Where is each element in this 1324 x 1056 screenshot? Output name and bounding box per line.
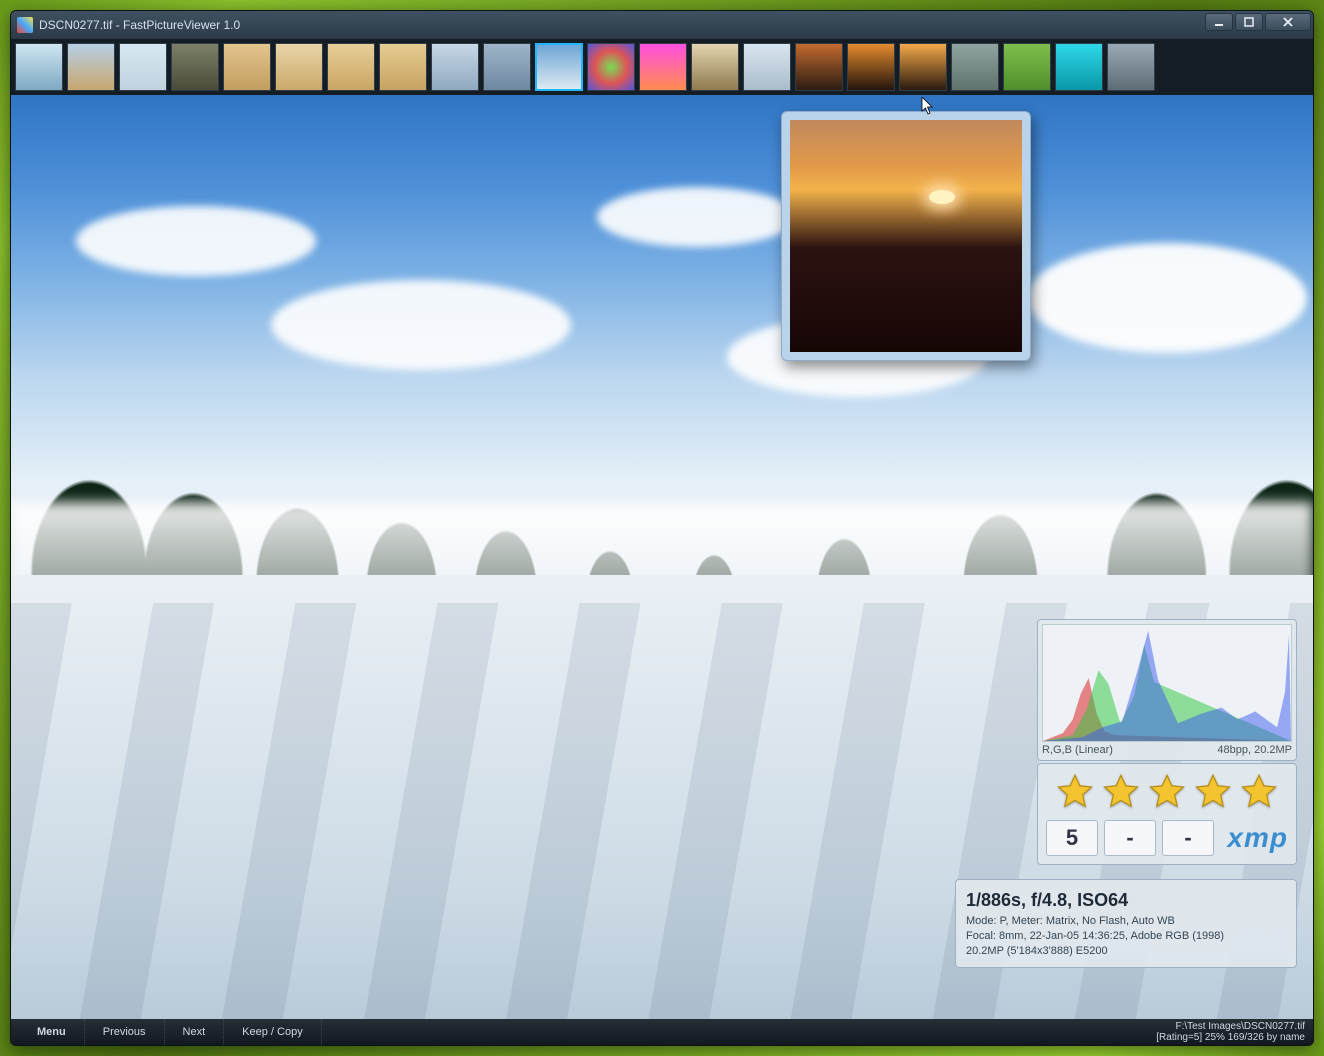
menu-button[interactable]: Menu (19, 1019, 85, 1045)
exif-line-1: Mode: P, Meter: Matrix, No Flash, Auto W… (966, 914, 1286, 929)
window-title: DSCN0277.tif - FastPictureViewer 1.0 (39, 18, 240, 32)
thumbnail[interactable] (639, 43, 687, 91)
minimize-icon (1214, 17, 1224, 27)
star-icon[interactable] (1239, 772, 1279, 812)
thumbnail[interactable] (327, 43, 375, 91)
status-path: F:\Test Images\DSCN0277.tif (1156, 1021, 1305, 1032)
thumbnail[interactable] (691, 43, 739, 91)
thumbnail-strip[interactable] (11, 39, 1313, 95)
window-controls (1205, 13, 1311, 31)
thumbnail[interactable] (171, 43, 219, 91)
histogram-panel[interactable]: R,G,B (Linear) 48bpp, 20.2MP (1037, 619, 1297, 761)
thumbnail[interactable] (535, 43, 583, 91)
exif-line-3: 20.2MP (5'184x3'888) E5200 (966, 944, 1286, 959)
preview-image (790, 120, 1022, 352)
histogram-mode-label: R,G,B (Linear) (1042, 744, 1113, 756)
thumbnail-preview-popup (781, 111, 1031, 361)
star-icon[interactable] (1193, 772, 1233, 812)
maximize-button[interactable] (1235, 13, 1263, 31)
minimize-button[interactable] (1205, 13, 1233, 31)
thumbnail[interactable] (15, 43, 63, 91)
thumbnail[interactable] (379, 43, 427, 91)
star-row (1046, 772, 1288, 812)
star-icon[interactable] (1101, 772, 1141, 812)
thumbnail[interactable] (587, 43, 635, 91)
thumbnail[interactable] (847, 43, 895, 91)
thumbnail[interactable] (275, 43, 323, 91)
thumbnail[interactable] (1055, 43, 1103, 91)
exif-line-2: Focal: 8mm, 22-Jan-05 14:36:25, Adobe RG… (966, 929, 1286, 944)
titlebar[interactable]: DSCN0277.tif - FastPictureViewer 1.0 (11, 11, 1313, 39)
star-icon[interactable] (1055, 772, 1095, 812)
app-icon (17, 17, 33, 33)
thumbnail[interactable] (67, 43, 115, 91)
thumbnail[interactable] (483, 43, 531, 91)
exif-panel[interactable]: 1/886s, f/4.8, ISO64 Mode: P, Meter: Mat… (955, 879, 1297, 968)
app-window: DSCN0277.tif - FastPictureViewer 1.0 (10, 10, 1314, 1046)
maximize-icon (1244, 17, 1254, 27)
close-icon (1283, 17, 1293, 27)
rating-value-box[interactable]: 5 (1046, 820, 1098, 856)
thumbnail[interactable] (1003, 43, 1051, 91)
thumbnail[interactable] (743, 43, 791, 91)
thumbnail[interactable] (223, 43, 271, 91)
thumbnail[interactable] (951, 43, 999, 91)
xmp-logo: xmp (1220, 822, 1288, 854)
histogram-info-label: 48bpp, 20.2MP (1217, 744, 1292, 756)
close-button[interactable] (1265, 13, 1311, 31)
rating-panel[interactable]: 5 - - xmp (1037, 763, 1297, 865)
next-button[interactable]: Next (165, 1019, 225, 1045)
histogram-plot (1042, 624, 1292, 742)
thumbnail[interactable] (1107, 43, 1155, 91)
thumbnail[interactable] (899, 43, 947, 91)
thumbnail[interactable] (795, 43, 843, 91)
rating-label-box-1[interactable]: - (1104, 820, 1156, 856)
previous-button[interactable]: Previous (85, 1019, 165, 1045)
star-icon[interactable] (1147, 772, 1187, 812)
exif-headline: 1/886s, f/4.8, ISO64 (966, 888, 1286, 912)
thumbnail[interactable] (119, 43, 167, 91)
rating-label-box-2[interactable]: - (1162, 820, 1214, 856)
keep-copy-button[interactable]: Keep / Copy (224, 1019, 322, 1045)
status-bar: Menu Previous Next Keep / Copy F:\Test I… (11, 1019, 1313, 1045)
thumbnail[interactable] (431, 43, 479, 91)
status-info: [Rating=5] 25% 169/326 by name (1156, 1032, 1305, 1043)
